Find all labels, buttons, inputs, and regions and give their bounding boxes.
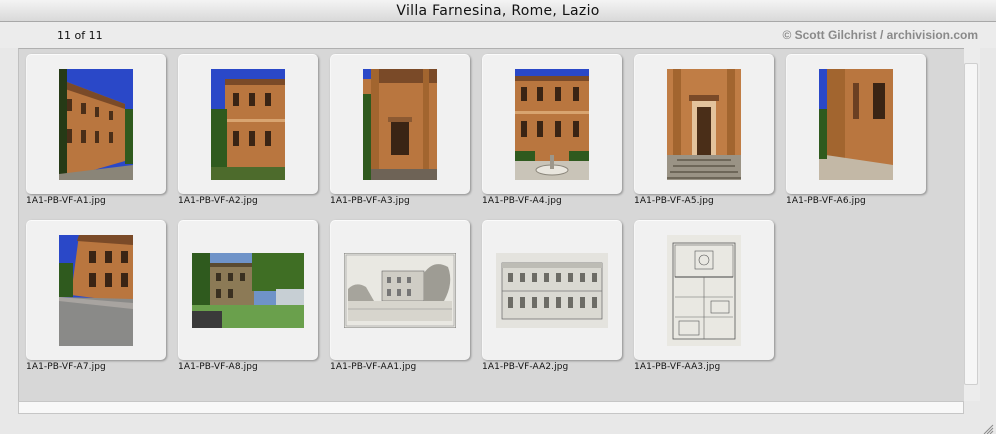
thumbnail-2[interactable] (178, 54, 318, 194)
thumbnail-9[interactable] (330, 220, 470, 360)
thumbnail-6[interactable] (786, 54, 926, 194)
thumbnail-image (344, 253, 456, 328)
thumbnail-filename: 1A1-PB-VF-AA2.jpg (482, 362, 569, 372)
window-title: Villa Farnesina, Rome, Lazio (0, 0, 996, 22)
thumbnail-image (819, 69, 893, 180)
thumbnail-3[interactable] (330, 54, 470, 194)
thumbnail-filename: 1A1-PB-VF-AA1.jpg (330, 362, 417, 372)
vertical-scrollbar[interactable] (964, 48, 980, 401)
thumbnail-11[interactable] (634, 220, 774, 360)
image-count: 11 of 11 (57, 29, 103, 42)
thumbnail-filename: 1A1-PB-VF-AA3.jpg (634, 362, 721, 372)
thumbnail-5[interactable] (634, 54, 774, 194)
thumbnail-filename: 1A1-PB-VF-A1.jpg (26, 196, 106, 206)
thumbnail-image (192, 253, 304, 328)
resize-grip-icon[interactable] (982, 420, 994, 434)
copyright-credit: © Scott Gilchrist / archivision.com (782, 28, 978, 42)
thumbnail-10[interactable] (482, 220, 622, 360)
thumbnail-image (59, 235, 133, 346)
thumbnail-filename: 1A1-PB-VF-A7.jpg (26, 362, 106, 372)
thumbnail-8[interactable] (178, 220, 318, 360)
thumbnail-filename: 1A1-PB-VF-A4.jpg (482, 196, 562, 206)
thumbnail-4[interactable] (482, 54, 622, 194)
thumbnail-grid: 1A1-PB-VF-A1.jpg 1A1-PB-VF-A2.jpg 1A1-PB… (18, 48, 964, 401)
thumbnail-image (363, 69, 437, 180)
info-bar: 11 of 11 © Scott Gilchrist / archivision… (0, 22, 996, 48)
thumbnail-image (211, 69, 285, 180)
thumbnail-filename: 1A1-PB-VF-A3.jpg (330, 196, 410, 206)
thumbnail-filename: 1A1-PB-VF-A5.jpg (634, 196, 714, 206)
thumbnail-image (667, 235, 741, 346)
thumbnail-image (667, 69, 741, 180)
thumbnail-7[interactable] (26, 220, 166, 360)
thumbnail-image (496, 253, 608, 328)
thumbnail-image (515, 69, 589, 180)
thumbnail-filename: 1A1-PB-VF-A6.jpg (786, 196, 866, 206)
scrollbar-track[interactable] (964, 63, 978, 385)
thumbnail-1[interactable] (26, 54, 166, 194)
thumbnail-image (59, 69, 133, 180)
thumbnail-filename: 1A1-PB-VF-A2.jpg (178, 196, 258, 206)
thumbnail-filename: 1A1-PB-VF-A8.jpg (178, 362, 258, 372)
horizontal-scrollbar[interactable] (18, 401, 964, 414)
